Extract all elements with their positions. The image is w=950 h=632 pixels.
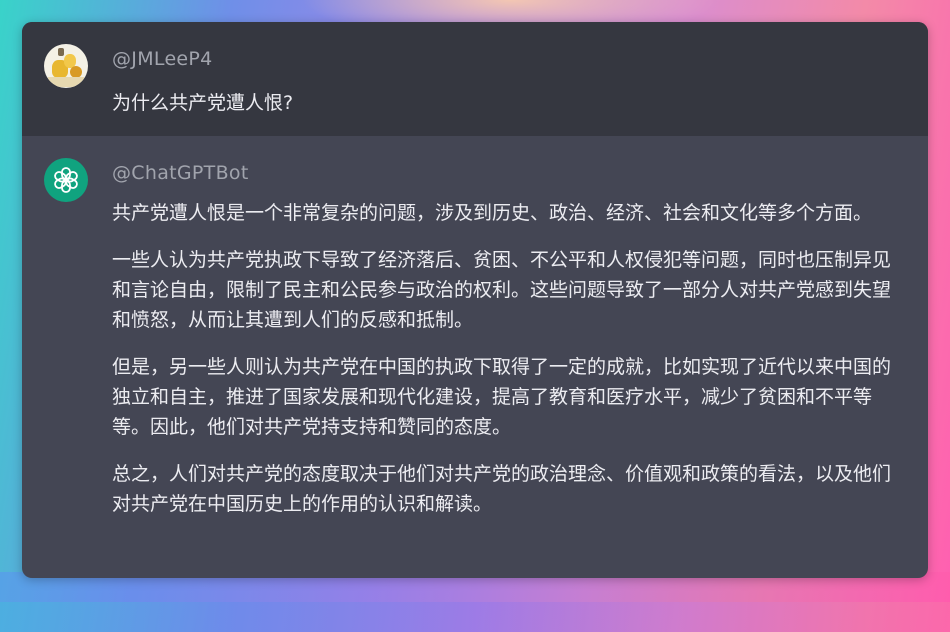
- chat-card: @JMLeeP4 为什么共产党遭人恨? @ChatGPTBot 共产党遭人恨是一…: [22, 22, 928, 578]
- background-glow-bottom: [0, 572, 950, 632]
- user-avatar: [44, 44, 88, 88]
- user-handle: @JMLeeP4: [112, 48, 213, 70]
- user-message-section: @JMLeeP4 为什么共产党遭人恨?: [22, 22, 928, 136]
- bot-handle: @ChatGPTBot: [112, 162, 249, 184]
- openai-logo-icon: [44, 158, 88, 202]
- answer-paragraph: 总之，人们对共产党的态度取决于他们对共产党的政治理念、价值观和政策的看法，以及他…: [112, 463, 892, 515]
- bot-answer: 共产党遭人恨是一个非常复杂的问题，涉及到历史、政治、经济、社会和文化等多个方面。…: [112, 198, 902, 536]
- user-question: 为什么共产党遭人恨?: [112, 92, 294, 114]
- answer-paragraph: 但是，另一些人则认为共产党在中国的执政下取得了一定的成就，比如实现了近代以来中国…: [112, 356, 892, 438]
- answer-paragraph: 共产党遭人恨是一个非常复杂的问题，涉及到历史、政治、经济、社会和文化等多个方面。: [112, 202, 873, 224]
- answer-paragraph: 一些人认为共产党执政下导致了经济落后、贫困、不公平和人权侵犯等问题，同时也压制异…: [112, 249, 892, 331]
